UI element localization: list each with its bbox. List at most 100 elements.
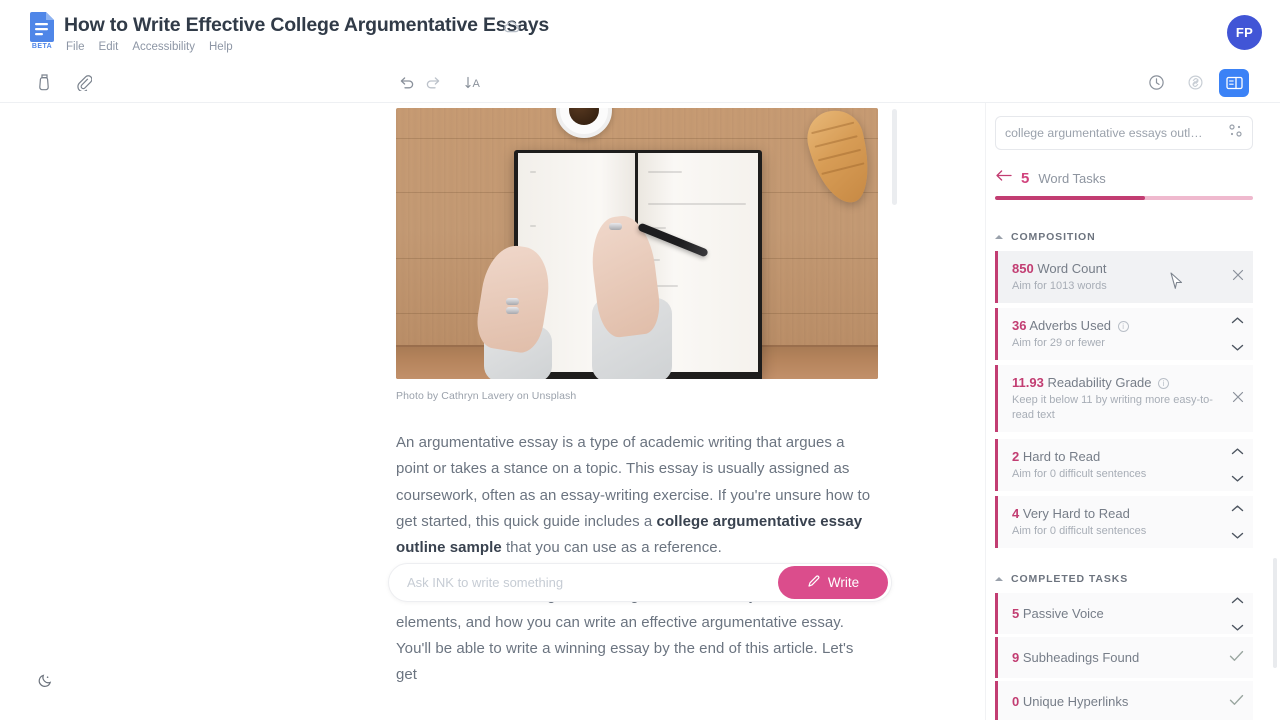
- redo-icon[interactable]: [420, 69, 447, 96]
- task-row[interactable]: 5 Passive Voice: [995, 593, 1253, 634]
- write-button[interactable]: Write: [778, 566, 888, 599]
- chevron-down-icon[interactable]: [1231, 339, 1244, 357]
- section-title: COMPOSITION: [1011, 231, 1096, 243]
- editor-toolbar: A: [0, 62, 1280, 103]
- menu-item-file[interactable]: File: [66, 41, 85, 53]
- top-bar: BETA How to Write Effective College Argu…: [0, 0, 1280, 62]
- chevron-up-icon[interactable]: [1231, 591, 1244, 609]
- progress-bar-fill: [995, 196, 1145, 200]
- settings-sliders-icon[interactable]: [1228, 123, 1243, 143]
- moon-icon: [37, 672, 54, 694]
- word-tasks-panel: college argumentative essays outl… 5 Wor…: [985, 103, 1280, 720]
- pen-icon: [807, 574, 821, 591]
- task-row[interactable]: 11.93 Readability Grade i Keep it below …: [995, 365, 1253, 432]
- task-actions: [1229, 693, 1244, 711]
- chevron-down-icon[interactable]: [1231, 527, 1244, 545]
- task-actions: [1232, 268, 1244, 286]
- ai-write-bar: Write: [388, 563, 892, 602]
- chevron-up-icon[interactable]: [1231, 443, 1244, 461]
- check-icon: [1229, 649, 1244, 667]
- hero-image: [396, 108, 878, 379]
- task-title: 2 Hard to Read: [1012, 448, 1219, 465]
- write-input[interactable]: [389, 575, 778, 590]
- info-icon[interactable]: i: [1117, 321, 1129, 332]
- task-row[interactable]: 36 Adverbs Used i Aim for 29 or fewer: [995, 308, 1253, 360]
- task-row[interactable]: 0 Unique Hyperlinks: [995, 681, 1253, 720]
- task-title: 5 Passive Voice: [1012, 605, 1219, 622]
- task-label: Word Count: [1037, 261, 1107, 276]
- task-label: Readability Grade: [1047, 375, 1152, 390]
- beta-badge: BETA: [31, 43, 53, 50]
- task-row[interactable]: 2 Hard to Read Aim for 0 difficult sente…: [995, 439, 1253, 491]
- task-label: Hard to Read: [1022, 449, 1101, 464]
- undo-icon[interactable]: [393, 69, 420, 96]
- progress-bar: [995, 196, 1253, 200]
- task-number: 36: [1012, 318, 1027, 333]
- ink-bottle-icon[interactable]: [31, 69, 58, 96]
- menu-item-accessibility[interactable]: Accessibility: [132, 41, 195, 53]
- app-root: BETA How to Write Effective College Argu…: [0, 0, 1280, 720]
- info-icon[interactable]: i: [1158, 378, 1170, 389]
- chevron-down-icon[interactable]: [1231, 618, 1244, 636]
- task-title: 4 Very Hard to Read: [1012, 505, 1219, 522]
- section-header-completed-tasks[interactable]: COMPLETED TASKS: [995, 573, 1128, 585]
- paperclip-icon[interactable]: [70, 69, 97, 96]
- panel-scrollbar[interactable]: [1273, 558, 1277, 668]
- app-logo[interactable]: BETA: [22, 10, 62, 50]
- task-number: 5: [1012, 606, 1020, 621]
- link-icon[interactable]: [1182, 69, 1209, 96]
- side-panel-icon[interactable]: [1219, 69, 1249, 97]
- close-icon[interactable]: [1232, 390, 1244, 408]
- history-clock-icon[interactable]: [1143, 69, 1170, 96]
- dark-mode-toggle[interactable]: [32, 670, 58, 696]
- task-subtitle: Aim for 0 difficult sentences: [1012, 468, 1147, 480]
- task-actions: [1232, 390, 1244, 408]
- cloud-saved-icon: [503, 20, 520, 39]
- search-box[interactable]: college argumentative essays outl…: [995, 116, 1253, 150]
- task-number: 4: [1012, 506, 1020, 521]
- task-number: 0: [1012, 694, 1020, 709]
- task-label: Subheadings Found: [1022, 650, 1140, 665]
- close-icon[interactable]: [1232, 268, 1244, 286]
- image-caption: Photo by Cathryn Lavery on Unsplash: [396, 390, 577, 402]
- menu-item-edit[interactable]: Edit: [99, 41, 119, 53]
- menu-item-help[interactable]: Help: [209, 41, 233, 53]
- menu-bar: File Edit Accessibility Help: [66, 41, 233, 53]
- task-title: 0 Unique Hyperlinks: [1012, 693, 1219, 710]
- paragraph-1: An argumentative essay is a type of acad…: [396, 430, 878, 561]
- chevron-down-icon[interactable]: [1231, 470, 1244, 488]
- task-number: 2: [1012, 449, 1020, 464]
- check-icon: [1229, 693, 1244, 711]
- task-title: 850 Word Count: [1012, 260, 1219, 277]
- search-input[interactable]: college argumentative essays outl…: [1005, 126, 1228, 140]
- caret-up-icon: [995, 577, 1003, 581]
- svg-text:A: A: [472, 78, 480, 90]
- task-row[interactable]: 9 Subheadings Found: [995, 637, 1253, 678]
- arrow-left-icon[interactable]: [995, 169, 1012, 187]
- task-actions: [1231, 500, 1244, 545]
- chevron-up-icon[interactable]: [1231, 500, 1244, 518]
- task-row[interactable]: 4 Very Hard to Read Aim for 0 difficult …: [995, 496, 1253, 548]
- caret-up-icon: [995, 235, 1003, 239]
- task-subtitle: Keep it below 11 by writing more easy-to…: [1012, 394, 1213, 421]
- avatar[interactable]: FP: [1227, 15, 1262, 50]
- task-actions: [1229, 649, 1244, 667]
- document-canvas: Photo by Cathryn Lavery on Unsplash An a…: [0, 103, 985, 720]
- task-label: Passive Voice: [1022, 606, 1104, 621]
- task-actions: [1231, 591, 1244, 636]
- section-title: COMPLETED TASKS: [1011, 573, 1129, 585]
- task-row[interactable]: 850 Word Count Aim for 1013 words: [995, 251, 1253, 303]
- task-actions: [1231, 312, 1244, 357]
- task-label: Very Hard to Read: [1022, 506, 1130, 521]
- section-header-composition[interactable]: COMPOSITION: [995, 231, 1096, 243]
- text-format-icon[interactable]: A: [459, 69, 486, 96]
- task-actions: [1231, 443, 1244, 488]
- document-icon: [29, 10, 56, 42]
- task-count: 5: [1021, 169, 1030, 187]
- chevron-up-icon[interactable]: [1231, 312, 1244, 330]
- document-scrollbar[interactable]: [892, 109, 897, 205]
- task-subtitle: Aim for 29 or fewer: [1012, 337, 1105, 349]
- task-title: 36 Adverbs Used i: [1012, 317, 1219, 334]
- croissant: [801, 108, 878, 210]
- task-number: 9: [1012, 650, 1020, 665]
